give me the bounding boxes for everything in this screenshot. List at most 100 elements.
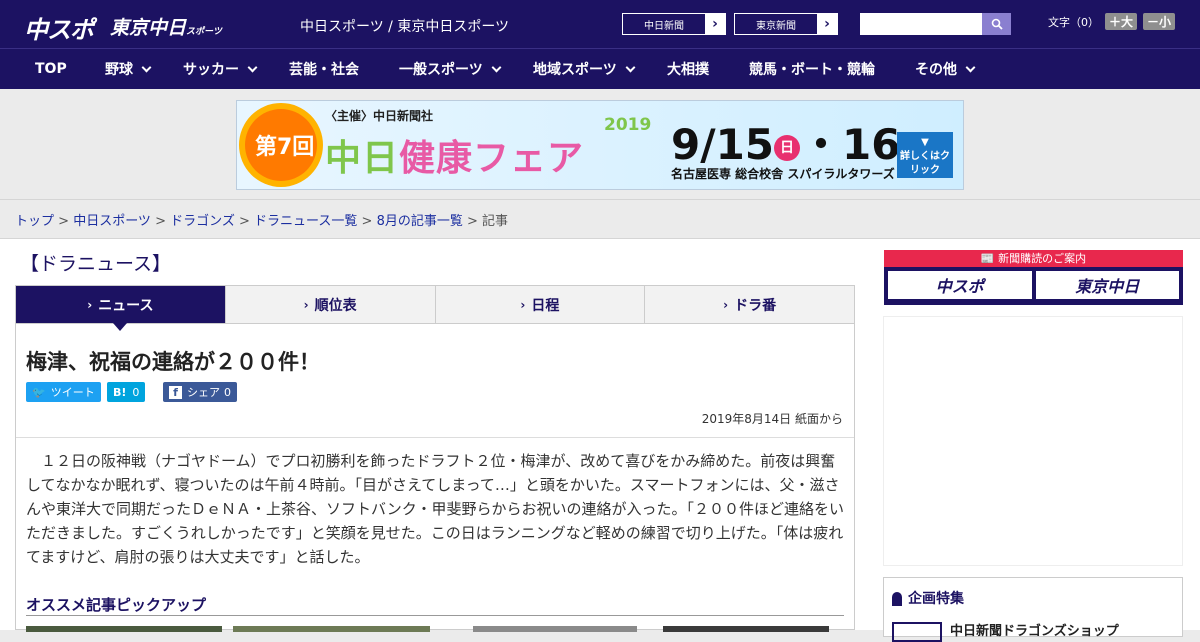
twitter-icon: 🐦 [32,385,46,399]
search-input[interactable] [860,13,982,35]
tab-label: ドラ番 [734,297,777,314]
divider [26,615,844,616]
banner-title-b: 健康フェア [399,138,585,179]
chevron-down-icon [141,62,152,72]
nav-item-top[interactable]: TOP [35,49,67,89]
tokyo-logo-small: スポーツ [186,27,222,37]
divider [16,437,854,438]
font-larger-button[interactable]: ＋大 [1105,13,1138,30]
article-body: １２日の阪神戦（ナゴヤドーム）でプロ初勝利を飾ったドラフト２位・梅津が、改めて喜… [26,452,844,566]
chevron-right-icon: › [520,297,526,312]
chevron-right-icon: › [303,297,309,312]
health-fair-banner[interactable]: 第7回 〈主催〉中日新聞社 2019 中日健康フェア 9/15日・16祝 名古屋… [236,100,964,190]
chevron-down-icon [491,62,502,72]
banner-date-a: 9/15 [671,120,775,169]
nav-label: その他 [915,62,957,78]
tab-draban[interactable]: › ドラ番 [645,286,854,323]
banner-area: 第7回 〈主催〉中日新聞社 2019 中日健康フェア 9/15日・16祝 名古屋… [0,89,1200,200]
tab-news[interactable]: › ニュース [16,286,226,331]
nav-item-racing[interactable]: 競馬・ボート・競輪 [749,49,875,89]
breadcrumb-link[interactable]: ドラゴンズ [170,214,235,229]
tokyo-chunichi-logo: 東京中日 [1035,271,1179,299]
tokyo-chunichi-logo[interactable]: 東京中日スポーツ [110,13,222,40]
facebook-label: シェア [187,386,220,399]
nav-item-baseball[interactable]: 野球 [105,49,152,89]
banner-edition: 第7回 [255,135,315,160]
hatena-button[interactable]: B! 0 [107,382,146,402]
chevron-right-icon: › [705,14,725,34]
banner-more-label: 詳しくはクリック [900,151,950,176]
chevron-right-icon: › [817,14,837,34]
nav-label: 芸能・社会 [289,62,359,78]
pickup-thumbnail[interactable] [473,626,637,632]
chevron-right-icon: › [87,297,93,312]
dragons-shop-thumbnail[interactable] [892,622,942,642]
ad-slot [883,316,1183,566]
chevron-down-icon [625,62,636,72]
category-title: 【ドラニュース】 [20,253,172,275]
facebook-count: 0 [224,385,231,399]
chunichi-shimbun-link[interactable]: 中日新聞 › [622,13,726,35]
nav-item-sumo[interactable]: 大相撲 [667,49,709,89]
tab-standings[interactable]: › 順位表 [225,286,436,323]
search-form [860,13,1011,35]
search-button[interactable] [982,13,1011,35]
nav-item-soccer[interactable]: サッカー [183,49,258,89]
nav-label: サッカー [183,62,239,78]
chevron-right-icon: › [723,297,729,312]
banner-date-b: ・16 [800,120,901,169]
facebook-share-button[interactable]: f シェア 0 [163,382,237,402]
nav-item-entertainment[interactable]: 芸能・社会 [289,49,359,89]
font-size-control: 文字（0） ＋大 －小 [1048,13,1176,30]
nav-label: TOP [35,61,67,77]
dragons-tabs: › ニュース › 順位表 › 日程 › ドラ番 [15,285,855,331]
tokyo-shimbun-link[interactable]: 東京新聞 › [734,13,838,35]
tokyo-shimbun-label: 東京新聞 [756,20,796,32]
feature-title: 企画特集 [892,588,964,608]
breadcrumb-link[interactable]: 中日スポーツ [73,214,151,229]
banner-sponsor: 〈主催〉中日新聞社 [325,109,434,123]
font-size-label: 文字（0） [1048,15,1099,29]
nav-label: 大相撲 [667,62,709,78]
pickup-title: オススメ記事ピックアップ [26,596,207,614]
newspaper-icon: 📰 [980,252,995,265]
nav-label: 地域スポーツ [533,62,617,78]
banner-year: 2019 [604,115,652,135]
nav-item-other[interactable]: その他 [915,49,976,89]
nav-item-regional-sports[interactable]: 地域スポーツ [533,49,636,89]
site-names: 中日スポーツ / 東京中日スポーツ [300,19,510,35]
chevron-down-icon [247,62,258,72]
article-dateline: 2019年8月14日 紙面から [701,412,843,426]
hatena-count: 0 [132,385,140,399]
hatena-icon: B! [113,385,127,399]
tokyo-logo-text: 東京中日 [110,17,187,39]
flower-badge: 第7回 [245,109,317,181]
banner-venue: 名古屋医専 総合校舎 スパイラルタワーズ [671,167,895,181]
nav-item-general-sports[interactable]: 一般スポーツ [399,49,502,89]
breadcrumb-link[interactable]: 8月の記事一覧 [377,214,463,229]
breadcrumb-link[interactable]: トップ [15,214,54,229]
chuspo-logo[interactable]: 中スポ [24,10,94,45]
pickup-thumbnail[interactable] [663,626,829,632]
pickup-thumbnail[interactable] [26,626,222,632]
tweet-label: ツイート [50,386,95,399]
tab-schedule[interactable]: › 日程 [435,286,646,323]
chevron-down-icon [965,62,976,72]
subscription-banner[interactable]: 📰 新聞購読のご案内 中スポ 東京中日 [884,250,1183,305]
breadcrumb-current: 記事 [482,214,509,229]
breadcrumb-link[interactable]: ドラニュース一覧 [254,214,357,229]
subscription-head-label: 新聞購読のご案内 [998,252,1087,265]
tweet-button[interactable]: 🐦 ツイート [26,382,101,402]
chunichi-shimbun-label: 中日新聞 [644,20,684,32]
main-nav: TOP 野球 サッカー 芸能・社会 一般スポーツ 地域スポーツ 大相撲 競馬・ボ… [0,48,1200,89]
banner-title-a: 中日 [325,138,400,179]
pickup-thumbnail[interactable] [233,626,430,632]
banner-more-button[interactable]: ▼ 詳しくはクリック [897,132,953,178]
nav-label: 一般スポーツ [399,62,483,78]
font-smaller-button[interactable]: －小 [1143,13,1176,30]
tab-label: 日程 [531,297,560,314]
feature-box: 企画特集 中日新聞ドラゴンズショップ [883,577,1183,642]
chuspo-logo: 中スポ [888,271,1032,299]
banner-day-a: 日 [774,134,801,161]
article-headline: 梅津、祝福の連絡が２００件！ [26,350,320,374]
